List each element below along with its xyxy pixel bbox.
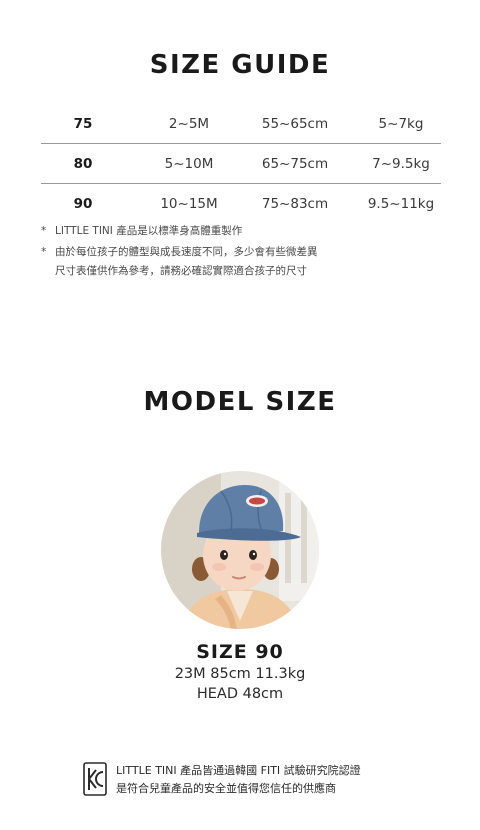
weight-cell: 7~9.5kg <box>372 156 430 172</box>
model-info: SIZE 90 23M 85cm 11.3kg HEAD 48cm <box>0 640 480 704</box>
age-cell: 2~5M <box>168 116 210 132</box>
table-row: 80 5~10M 65~75cm 7~9.5kg <box>41 143 441 183</box>
model-size-title: MODEL SIZE <box>143 387 337 417</box>
size-guide-title: SIZE GUIDE <box>149 50 331 80</box>
note-text: LITTLE TINI 產品是以標準身高體重製作 <box>55 225 243 237</box>
note-text: 由於每位孩子的體型與成長速度不同，多少會有些微差異 <box>55 246 318 258</box>
model-photo-illustration <box>161 471 319 629</box>
model-stats: 23M 85cm 11.3kg <box>174 666 306 682</box>
model-photo <box>161 471 319 629</box>
size-cell: 75 <box>73 116 93 132</box>
size-table: 75 2~5M 55~65cm 5~7kg 80 5~10M 65~75cm 7… <box>41 104 441 223</box>
height-cell: 65~75cm <box>261 156 329 172</box>
size-notes: * LITTLE TINI 產品是以標準身高體重製作 * 由於每位孩子的體型與成… <box>41 222 461 281</box>
table-row: 90 10~15M 75~83cm 9.5~11kg <box>41 183 441 223</box>
asterisk-icon: * <box>41 225 47 237</box>
size-cell: 90 <box>73 196 93 212</box>
note-item: * LITTLE TINI 產品是以標準身高體重製作 <box>41 222 461 241</box>
weight-cell: 9.5~11kg <box>367 196 435 212</box>
model-head-size: HEAD 48cm <box>196 686 284 702</box>
height-cell: 55~65cm <box>261 116 329 132</box>
height-cell: 75~83cm <box>261 196 329 212</box>
certification-line: LITTLE TINI 產品皆通過韓國 FITI 試驗研究院認證 <box>116 764 361 777</box>
age-cell: 10~15M <box>160 196 218 212</box>
asterisk-icon: * <box>41 246 47 258</box>
certification-line: 是符合兒童產品的安全並值得您信任的供應商 <box>116 782 336 795</box>
weight-cell: 5~7kg <box>378 116 424 132</box>
note-item: * 由於每位孩子的體型與成長速度不同，多少會有些微差異 尺寸表僅供作為參考，請務… <box>41 243 461 281</box>
table-row: 75 2~5M 55~65cm 5~7kg <box>41 104 441 143</box>
size-cell: 80 <box>73 156 93 172</box>
kc-mark-icon <box>83 762 107 796</box>
certification-text: LITTLE TINI 產品皆通過韓國 FITI 試驗研究院認證 是符合兒童產品… <box>116 762 361 798</box>
age-cell: 5~10M <box>164 156 214 172</box>
note-text-continued: 尺寸表僅供作為參考，請務必確認實際適合孩子的尺寸 <box>55 265 307 277</box>
model-size-label: SIZE 90 <box>196 641 284 663</box>
